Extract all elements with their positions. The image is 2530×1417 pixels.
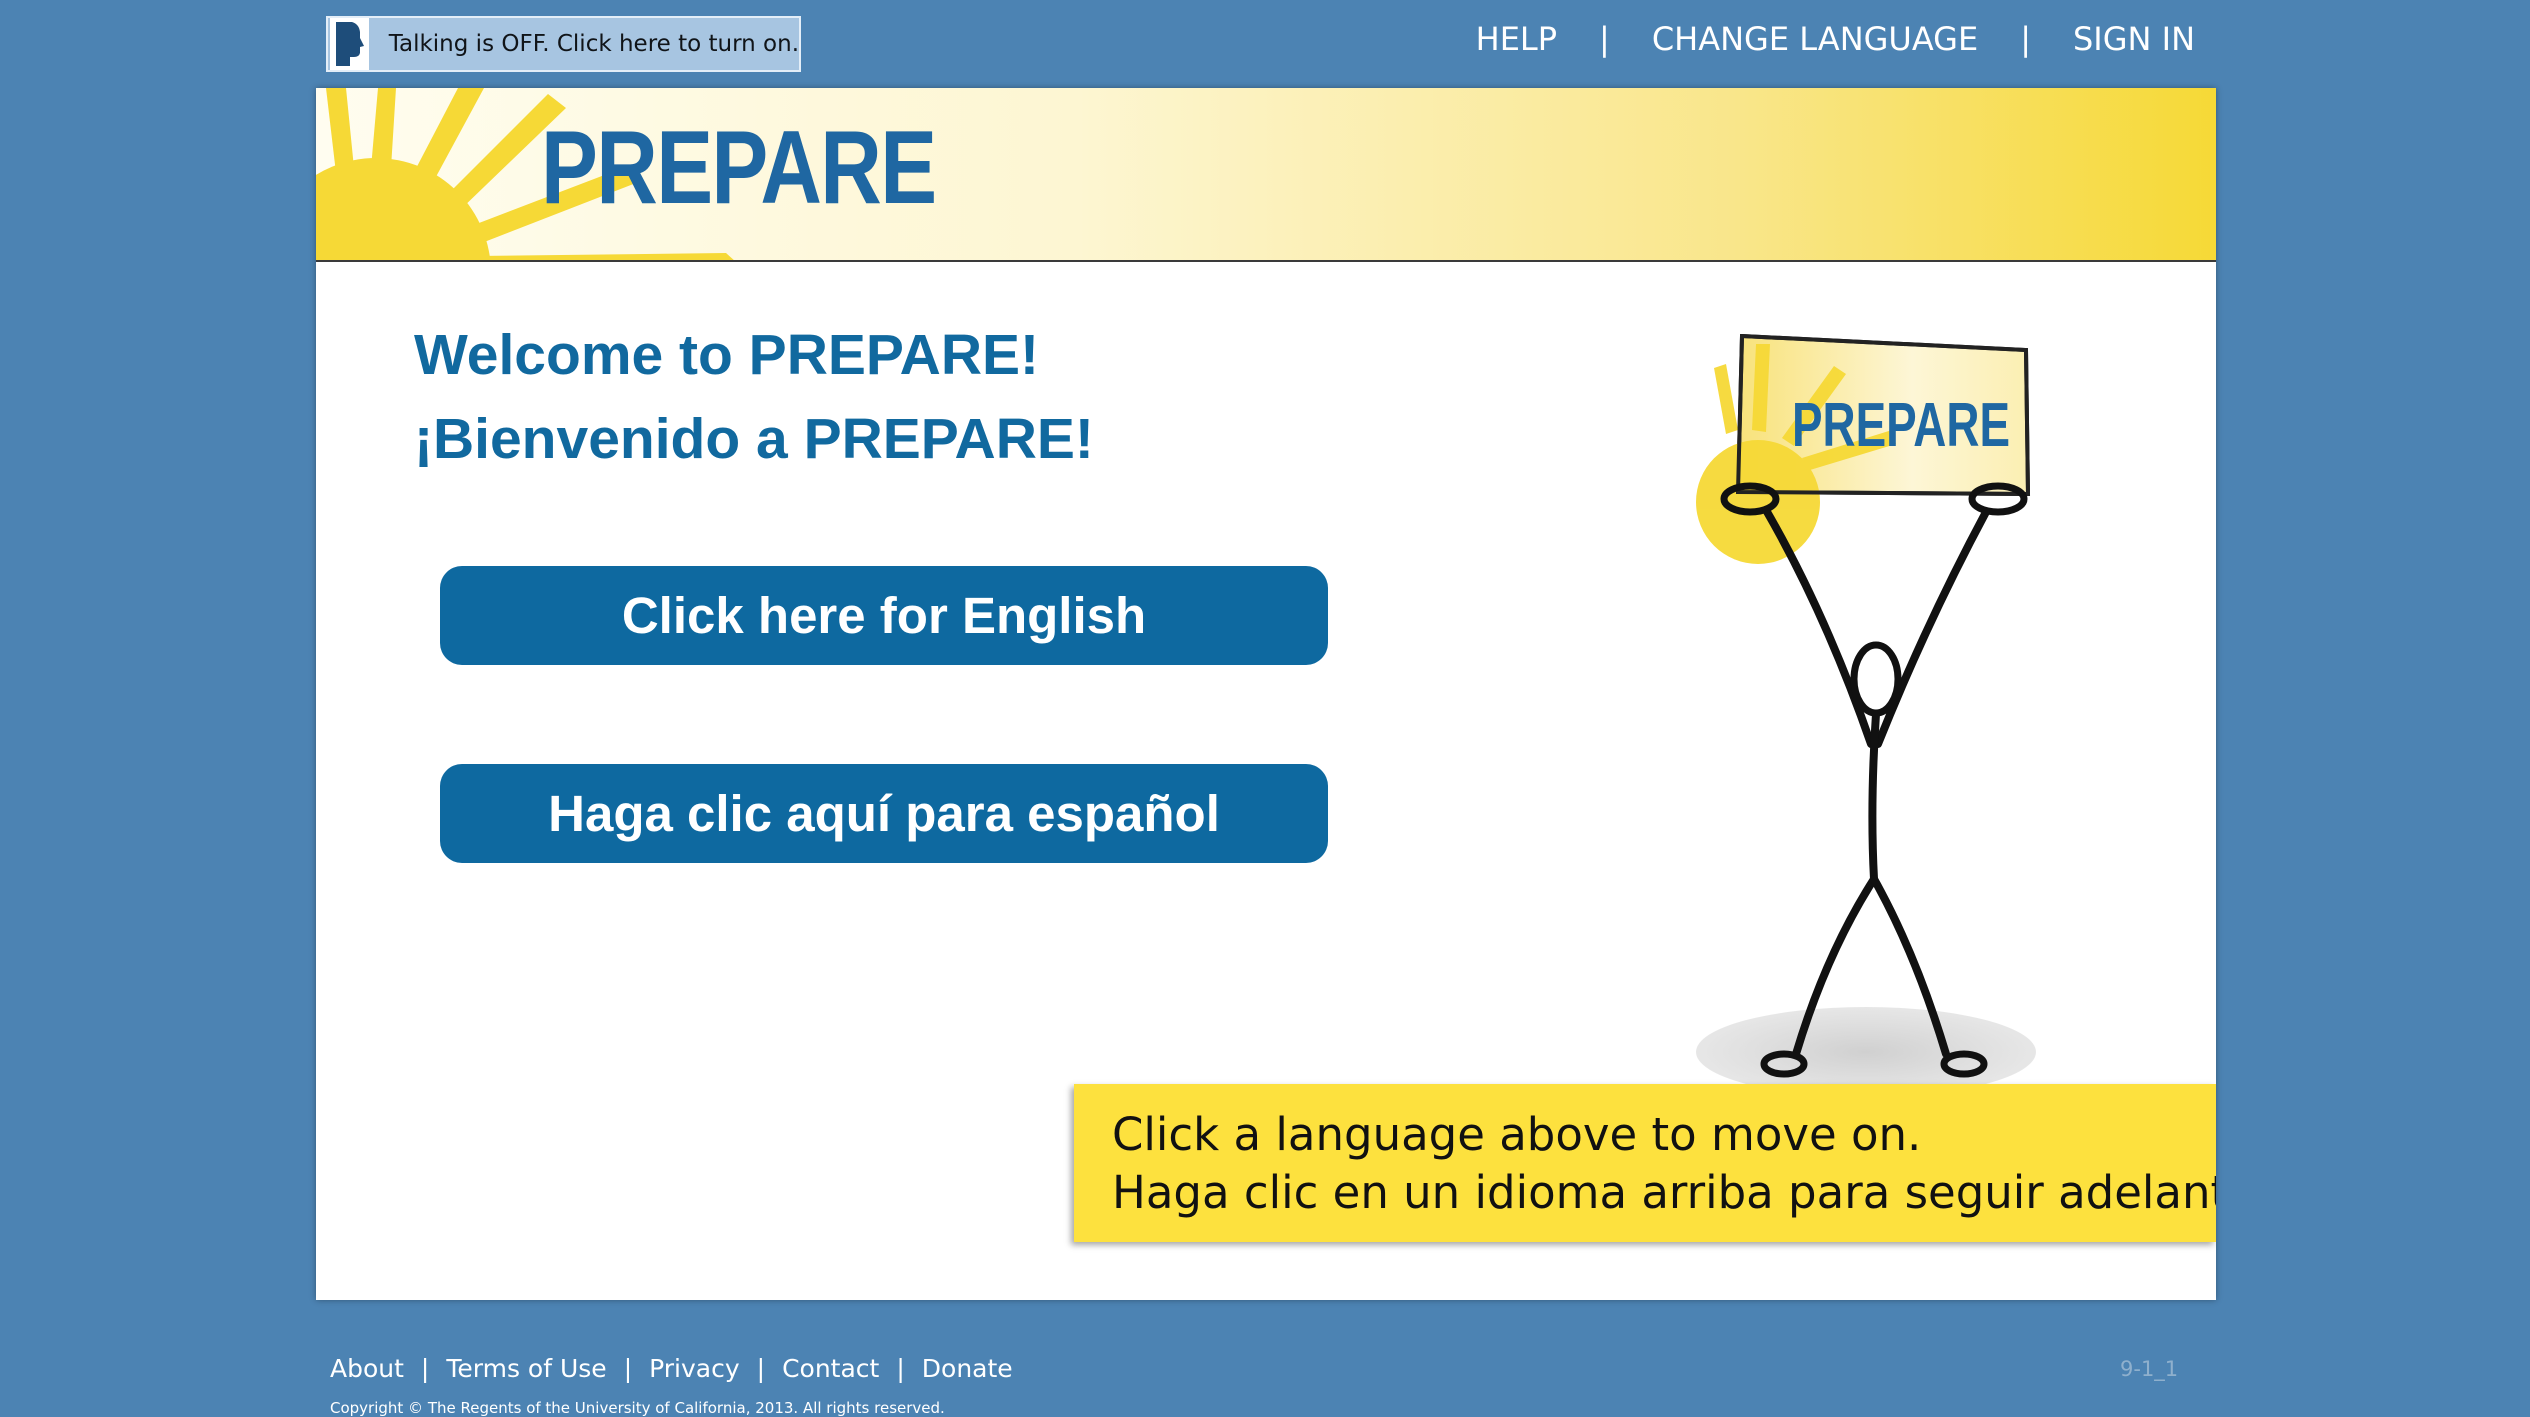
footer-separator: | (420, 1354, 430, 1383)
mascot-illustration: PREPARE (1696, 334, 2036, 1097)
change-language-link[interactable]: CHANGE LANGUAGE (1652, 20, 1978, 58)
language-instruction-notice: Click a language above to move on. Haga … (1074, 1084, 2216, 1242)
speaking-head-icon (330, 18, 369, 70)
sign-in-link[interactable]: SIGN IN (2073, 20, 2195, 58)
welcome-spanish: ¡Bienvenido a PREPARE! (414, 407, 1094, 471)
nav-separator: | (2020, 20, 2031, 58)
top-navigation: HELP | CHANGE LANGUAGE | SIGN IN (1476, 14, 2195, 64)
about-link[interactable]: About (330, 1354, 404, 1383)
prepare-logo: PREPARE (541, 110, 937, 226)
terms-of-use-link[interactable]: Terms of Use (446, 1354, 606, 1383)
help-link[interactable]: HELP (1476, 20, 1557, 58)
contact-link[interactable]: Contact (782, 1354, 879, 1383)
talking-toggle-button[interactable]: Talking is OFF. Click here to turn on. (326, 16, 801, 72)
footer-links: About | Terms of Use | Privacy | Contact… (330, 1354, 1013, 1383)
talking-toggle-label: Talking is OFF. Click here to turn on. (388, 31, 799, 57)
footer-separator: | (896, 1354, 905, 1383)
mascot-sign: PREPARE (1696, 334, 2031, 564)
footer-separator: | (756, 1354, 766, 1383)
privacy-link[interactable]: Privacy (649, 1354, 740, 1383)
spanish-button[interactable]: Haga clic aquí para español (440, 764, 1328, 863)
mascot-sign-text: PREPARE (1792, 391, 2010, 460)
main-card: PREPARE Welcome to PREPARE! ¡Bienvenido … (316, 88, 2216, 1300)
notice-english: Click a language above to move on. (1112, 1108, 1922, 1161)
copyright-text: Copyright © The Regents of the Universit… (330, 1399, 945, 1417)
page-code: 9-1_1 (2120, 1357, 2179, 1381)
notice-spanish: Haga clic en un idioma arriba para segui… (1112, 1166, 2216, 1219)
header-banner: PREPARE (316, 88, 2216, 262)
nav-separator: | (1599, 20, 1610, 58)
english-button[interactable]: Click here for English (440, 566, 1328, 665)
footer-separator: | (623, 1354, 633, 1383)
welcome-heading: Welcome to PREPARE! ¡Bienvenido a PREPAR… (414, 313, 1094, 481)
donate-link[interactable]: Donate (922, 1354, 1013, 1383)
welcome-english: Welcome to PREPARE! (414, 323, 1039, 387)
